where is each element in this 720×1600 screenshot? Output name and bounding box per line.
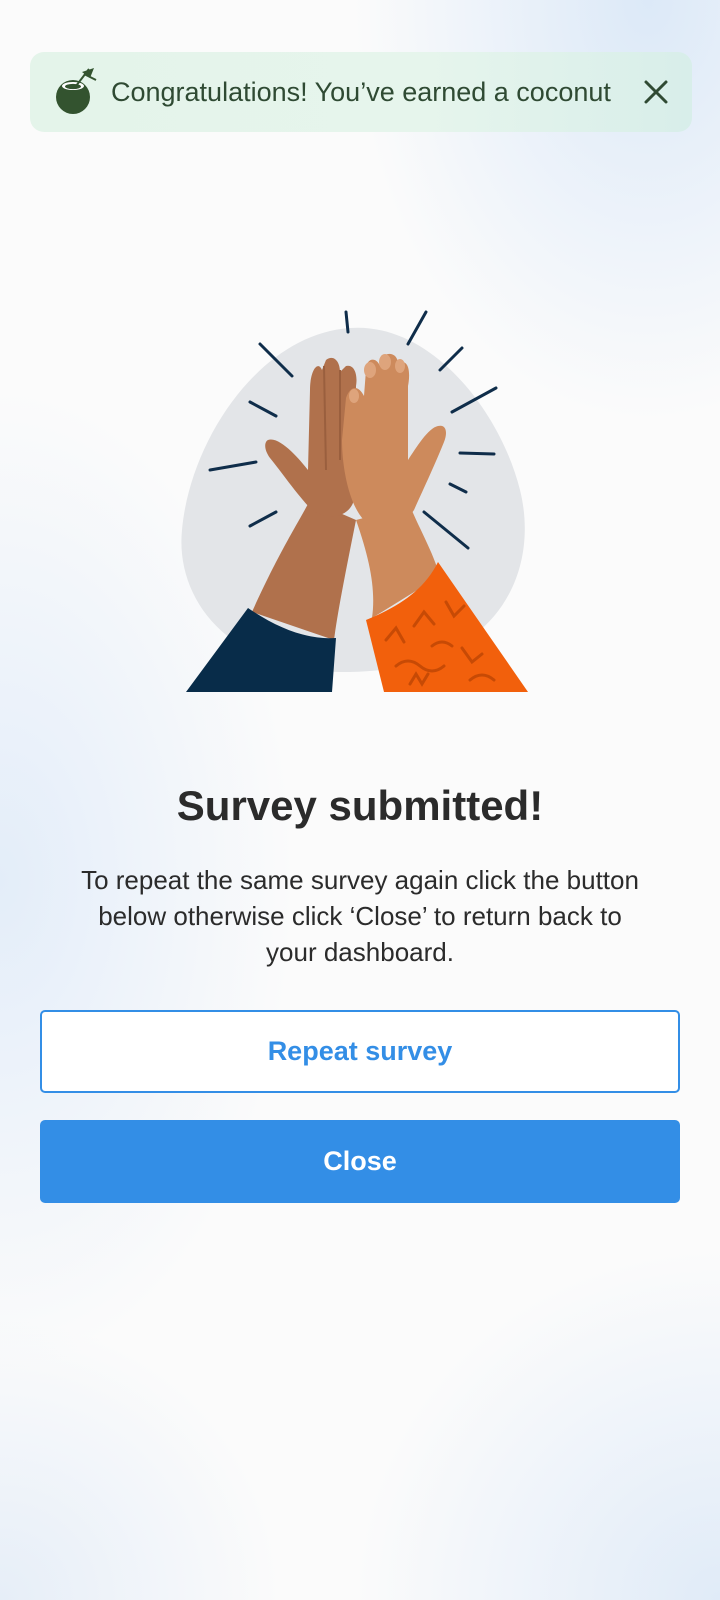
coconut-reward-toast: Congratulations! You’ve earned a coconut: [30, 52, 692, 132]
repeat-survey-button[interactable]: Repeat survey: [40, 1010, 680, 1093]
close-button[interactable]: Close: [40, 1120, 680, 1203]
toast-message: Congratulations! You’ve earned a coconut: [111, 77, 611, 107]
close-icon[interactable]: [640, 76, 672, 108]
page-description: To repeat the same survey again click th…: [81, 865, 639, 967]
high-five-illustration: [181, 310, 528, 692]
page-title: Survey submitted!: [176, 782, 544, 829]
coconut-icon: [56, 68, 97, 114]
